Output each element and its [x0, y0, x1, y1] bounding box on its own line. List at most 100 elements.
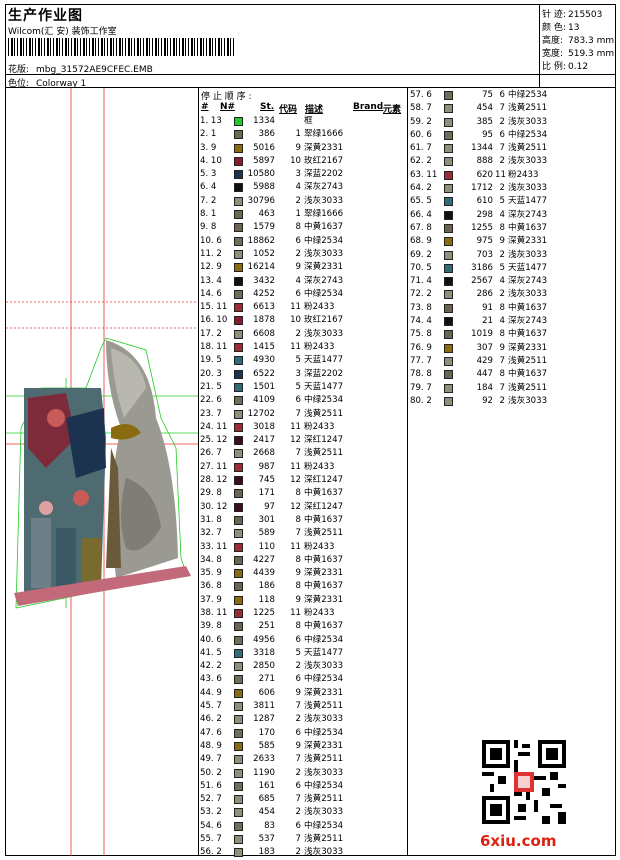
color-swatch [234, 263, 243, 273]
thread-description: 中绿2534 [508, 90, 548, 100]
thread-code: 6 [295, 634, 301, 645]
thread-code: 8 [295, 581, 301, 592]
thread-description: 中黄1637 [304, 222, 344, 233]
thread-description: 深灰2743 [508, 209, 548, 220]
width-value: 519.3 mm [568, 49, 615, 59]
thread-code: 5 [499, 262, 505, 273]
thread-code: 9 [295, 262, 301, 273]
stitch-count: 298 [476, 209, 493, 220]
stop-row: 24. 11 3018 11 粉2433 [200, 421, 405, 434]
thread-code: 9 [295, 568, 301, 579]
stop-row: 65. 5 610 5 天蓝1477 [410, 195, 547, 208]
stop-index: 33. 11 [200, 541, 228, 552]
stitch-count: 454 [476, 103, 493, 114]
color-swatch [234, 808, 243, 818]
thread-description: 深灰2743 [304, 275, 344, 286]
stop-row: 74. 4 21 4 深灰2743 [410, 315, 547, 328]
color-swatch [234, 569, 243, 579]
thread-code: 7 [295, 834, 301, 845]
thread-description: 浅黄2511 [508, 103, 548, 114]
thread-code: 2 [295, 767, 301, 778]
stop-row: 39. 8 251 8 中黄1637 [200, 620, 405, 633]
stop-index: 26. 7 [200, 448, 222, 459]
thread-description: 深黄2331 [304, 142, 344, 153]
stitch-count: 110 [258, 541, 275, 552]
stop-index: 30. 12 [200, 501, 228, 512]
stitch-count: 6613 [253, 302, 275, 313]
stitch-count: 10580 [247, 169, 275, 180]
stop-row: 32. 7 589 7 浅黄2511 [200, 527, 405, 540]
stop-index: 48. 9 [200, 740, 222, 751]
thread-code: 9 [499, 342, 505, 353]
stitch-count: 1255 [471, 222, 493, 233]
color-swatch [234, 396, 243, 406]
stop-sequence-label: 停 止 顺 序 : [201, 92, 252, 102]
thread-description: 深红1247 [304, 475, 344, 486]
color-swatch [234, 529, 243, 539]
thread-description: 粉2433 [304, 342, 335, 353]
stop-index: 70. 5 [410, 262, 432, 273]
thread-code: 6 [499, 90, 505, 100]
color-swatch [234, 130, 243, 140]
stitch-count: 1334 [253, 116, 275, 126]
thread-description: 浅灰3033 [304, 714, 344, 725]
color-swatch [234, 449, 243, 459]
stitch-count: 95 [482, 129, 493, 140]
thread-code: 11 [495, 169, 506, 180]
stitch-count: 685 [258, 794, 275, 805]
thread-description: 中绿2534 [304, 634, 344, 645]
thread-code: 11 [290, 421, 301, 432]
thread-code: 5 [295, 381, 301, 392]
thread-code: 6 [295, 235, 301, 246]
thread-description: 中黄1637 [508, 329, 548, 340]
stop-row: 66. 4 298 4 深灰2743 [410, 209, 547, 222]
color-swatch [234, 436, 243, 446]
color-swatch [444, 303, 453, 313]
stop-row: 1. 13 1334 框 [200, 115, 405, 128]
stop-row: 16. 10 1878 10 玫红2167 [200, 314, 405, 327]
color-swatch [444, 330, 453, 340]
stitch-count: 91 [482, 302, 493, 313]
color-swatch [234, 515, 243, 525]
stop-index: 63. 11 [410, 169, 438, 180]
thread-code: 1 [295, 209, 301, 220]
thread-description: 中绿2534 [304, 235, 344, 246]
scale-row: 比 例: 0.12 [542, 59, 588, 72]
stop-index: 25. 12 [200, 435, 228, 446]
stitches-value: 215503 [568, 10, 603, 20]
thread-description: 浅灰3033 [508, 249, 548, 260]
stitch-count: 5988 [253, 182, 275, 193]
thread-description: 深黄2331 [304, 262, 344, 273]
stitch-count: 4439 [253, 568, 275, 579]
stop-index: 73. 8 [410, 302, 432, 313]
stop-index: 23. 7 [200, 408, 222, 419]
stop-row: 37. 9 118 9 深黄2331 [200, 594, 405, 607]
thread-description: 天蓝1477 [304, 381, 344, 392]
stop-row: 55. 7 537 7 浅黄2511 [200, 833, 405, 846]
stitch-count: 170 [258, 727, 275, 738]
thread-description: 粉2433 [304, 302, 335, 313]
stop-row: 73. 8 91 8 中黄1637 [410, 302, 547, 315]
color-swatch [234, 156, 243, 166]
color-swatch [234, 476, 243, 486]
stop-index: 57. 6 [410, 90, 432, 100]
height-label: 高度: [542, 36, 564, 46]
stop-index: 59. 2 [410, 116, 432, 127]
stop-row: 17. 2 6608 2 浅灰3033 [200, 328, 405, 341]
stitches-label: 针 迹: [542, 10, 566, 20]
thread-description: 中黄1637 [304, 514, 344, 525]
stop-index: 80. 2 [410, 395, 432, 406]
stop-row: 8. 1 463 1 翠绿1666 [200, 208, 405, 221]
thread-code: 2 [295, 328, 301, 339]
thread-code: 11 [290, 607, 301, 618]
stop-index: 1. 13 [200, 116, 222, 126]
stop-index: 53. 2 [200, 807, 222, 818]
stitch-count: 12702 [247, 408, 275, 419]
color-swatch [234, 236, 243, 246]
thread-description: 浅灰3033 [304, 661, 344, 672]
stop-row: 49. 7 2633 7 浅黄2511 [200, 753, 405, 766]
stop-row: 25. 12 2417 12 深红1247 [200, 434, 405, 447]
stop-index: 79. 7 [410, 382, 432, 393]
stop-row: 79. 7 184 7 浅黄2511 [410, 382, 547, 395]
color-swatch [234, 768, 243, 778]
